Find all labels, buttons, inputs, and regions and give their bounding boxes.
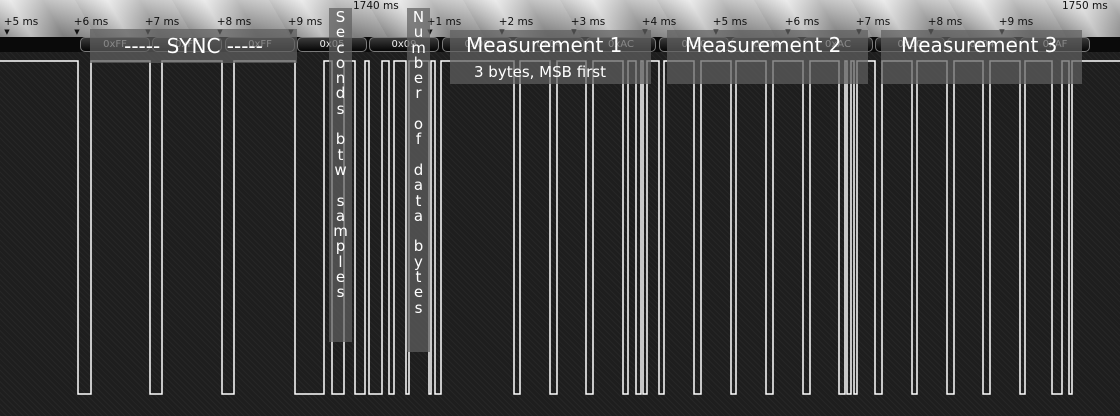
measurement-1-annotation: Measurement 1 3 bytes, MSB first [450, 30, 651, 84]
timeline-tick-label: +2 ms [498, 16, 534, 28]
waveform-trace [0, 60, 1120, 395]
timeline-tick-label: +8 ms [216, 16, 252, 28]
serial-waveform [0, 60, 1120, 395]
measurement-3-title: Measurement 3 [901, 33, 1058, 57]
timeline-tick-label: +5 ms [712, 16, 748, 28]
timeline-tick-label: +7 ms [144, 16, 180, 28]
timeline-tick-label: +1 ms [426, 16, 462, 28]
measurement-2-annotation: Measurement 2 [667, 30, 868, 84]
measurement-3-annotation: Measurement 3 [881, 30, 1082, 84]
timeline-tick-label: +7 ms [855, 16, 891, 28]
timeline-tick-label: +6 ms [784, 16, 820, 28]
timeline-center-label: 1740 ms [353, 0, 399, 12]
annotation-letter: f [415, 130, 422, 149]
annotation-letter: w [334, 160, 347, 179]
timeline-tick-label: +9 ms [287, 16, 323, 28]
timeline-tick-marker: ▼ [4, 28, 10, 36]
annotation-letter: s [414, 298, 423, 317]
timeline-tick-label: +8 ms [927, 16, 963, 28]
timeline-tick-label: +3 ms [570, 16, 606, 28]
measurement-2-title: Measurement 2 [685, 33, 842, 57]
seconds-between-samples-annotation: Secondsbtwsamples [329, 8, 352, 342]
timeline-tick-label: +6 ms [73, 16, 109, 28]
timeline-tick-label: +9 ms [998, 16, 1034, 28]
timeline-tick-label: +4 ms [641, 16, 677, 28]
timeline-tick-label: +5 ms [3, 16, 39, 28]
timeline-tick-marker: ▼ [74, 28, 80, 36]
timeline-right-label: 1750 ms [1062, 0, 1108, 12]
sync-annotation: ----- SYNC ----- [90, 29, 297, 63]
annotation-letter: r [415, 84, 422, 103]
measurement-1-title: Measurement 1 [466, 33, 623, 57]
annotation-letter: s [336, 99, 345, 118]
waveform-plot[interactable] [0, 52, 1120, 416]
number-of-data-bytes-annotation: Numberofdatabytes [407, 8, 430, 352]
annotation-letter: a [413, 206, 424, 225]
annotation-letter: s [336, 283, 345, 302]
measurement-1-subtitle: 3 bytes, MSB first [474, 63, 607, 81]
